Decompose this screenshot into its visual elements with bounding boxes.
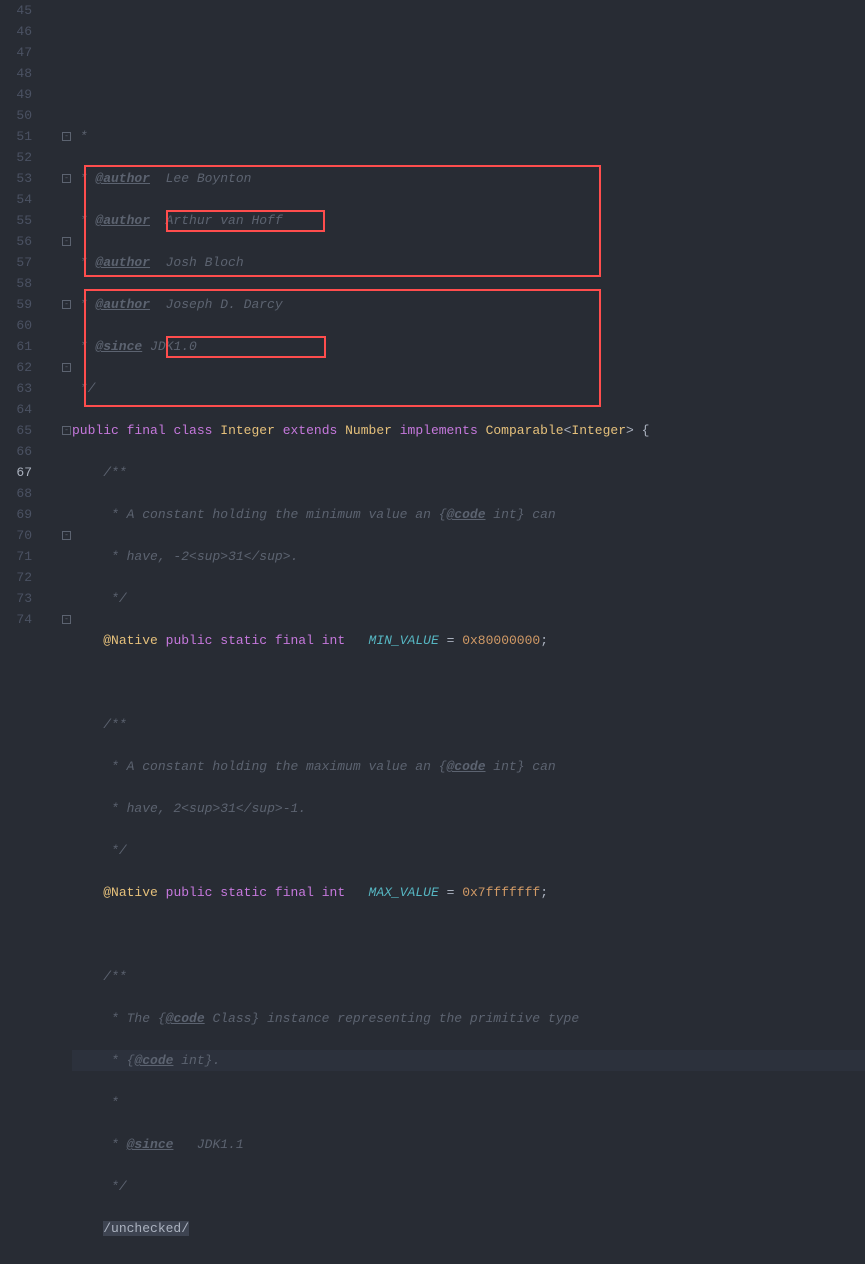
code-line-current[interactable]: * {@code int}. [72,1050,865,1071]
line-number[interactable]: 60 [0,315,32,336]
line-number[interactable]: 74 [0,609,32,630]
selected-text: /unchecked/ [103,1221,189,1236]
native-annotation: @Native [103,885,158,900]
code-line[interactable]: * @author Arthur van Hoff [72,210,865,231]
line-number[interactable]: 47 [0,42,32,63]
native-annotation: @Native [103,633,158,648]
line-number[interactable]: 51 [0,126,32,147]
code-line[interactable]: */ [72,588,865,609]
javadoc-author-tag: @author [95,297,150,312]
javadoc-code-tag: @code [446,759,485,774]
code-line[interactable]: * have, -2<sup>31</sup>. [72,546,865,567]
code-line[interactable]: * @author Joseph D. Darcy [72,294,865,315]
code-line[interactable]: * @since JDK1.1 [72,1134,865,1155]
code-line[interactable]: /** [72,966,865,987]
min-value-const: MIN_VALUE [369,633,439,648]
code-line[interactable]: * A constant holding the maximum value a… [72,756,865,777]
javadoc-author-tag: @author [95,255,150,270]
code-line[interactable]: /** [72,462,865,483]
code-line[interactable]: * A constant holding the minimum value a… [72,504,865,525]
line-number[interactable]: 52 [0,147,32,168]
fold-toggle[interactable]: - [62,363,71,372]
line-number[interactable]: 72 [0,567,32,588]
fold-toggle[interactable]: - [62,531,71,540]
line-number[interactable]: 48 [0,63,32,84]
javadoc-code-tag: @code [134,1053,173,1068]
code-line[interactable] [72,672,865,693]
line-number[interactable]: 61 [0,336,32,357]
line-number[interactable]: 70 [0,525,32,546]
line-number[interactable]: 53 [0,168,32,189]
code-line[interactable]: * [72,1092,865,1113]
fold-toggle[interactable]: - [62,615,71,624]
javadoc-code-tag: @code [446,507,485,522]
javadoc-author-tag: @author [95,213,150,228]
fold-column: - - - - - - - - [40,0,72,632]
code-editor[interactable]: 4546474849505152535455565758596061626364… [0,0,865,632]
line-number-gutter: 4546474849505152535455565758596061626364… [0,0,40,632]
line-number[interactable]: 68 [0,483,32,504]
javadoc-code-tag: @code [166,1011,205,1026]
line-number[interactable]: 54 [0,189,32,210]
line-number[interactable]: 58 [0,273,32,294]
code-area[interactable]: * * @author Lee Boynton * @author Arthur… [72,0,865,632]
line-number[interactable]: 50 [0,105,32,126]
fold-toggle[interactable]: - [62,174,71,183]
line-number[interactable]: 45 [0,0,32,21]
type-const: TYPE [384,1263,415,1264]
fold-toggle[interactable]: - [62,237,71,246]
code-line[interactable]: * @author Lee Boynton [72,168,865,189]
code-line[interactable]: */ [72,840,865,861]
code-line[interactable]: */ [72,1176,865,1197]
code-line[interactable]: * The {@code Class} instance representin… [72,1008,865,1029]
code-line[interactable] [72,924,865,945]
line-number[interactable]: 65 [0,420,32,441]
line-number[interactable]: 69 [0,504,32,525]
line-number[interactable]: 46 [0,21,32,42]
fold-toggle[interactable]: - [62,426,71,435]
line-number[interactable]: 73 [0,588,32,609]
code-line[interactable]: * @author Josh Bloch [72,252,865,273]
javadoc-since-tag: @since [127,1137,174,1152]
line-number[interactable]: 56 [0,231,32,252]
code-line[interactable]: /** [72,714,865,735]
line-number[interactable]: 55 [0,210,32,231]
line-number[interactable]: 66 [0,441,32,462]
line-number[interactable]: 49 [0,84,32,105]
line-number[interactable]: 67 [0,462,32,483]
code-line[interactable]: /unchecked/ [72,1218,865,1239]
max-value-const: MAX_VALUE [369,885,439,900]
line-number[interactable]: 63 [0,378,32,399]
code-line[interactable]: * @since JDK1.0 [72,336,865,357]
code-line[interactable]: * have, 2<sup>31</sup>-1. [72,798,865,819]
line-number[interactable]: 57 [0,252,32,273]
line-number[interactable]: 59 [0,294,32,315]
code-line[interactable]: @Native public static final int MIN_VALU… [72,630,865,651]
fold-toggle[interactable]: - [62,300,71,309]
line-number[interactable]: 64 [0,399,32,420]
code-line[interactable]: public final class Integer extends Numbe… [72,420,865,441]
javadoc-since-tag: @since [95,339,142,354]
line-number[interactable]: 71 [0,546,32,567]
code-line[interactable]: public static final Class<Integer> TYPE … [72,1260,865,1264]
code-line[interactable]: @Native public static final int MAX_VALU… [72,882,865,903]
code-line[interactable]: * [72,126,865,147]
javadoc-author-tag: @author [95,171,150,186]
code-line[interactable]: */ [72,378,865,399]
fold-toggle[interactable]: - [62,132,71,141]
line-number[interactable]: 62 [0,357,32,378]
